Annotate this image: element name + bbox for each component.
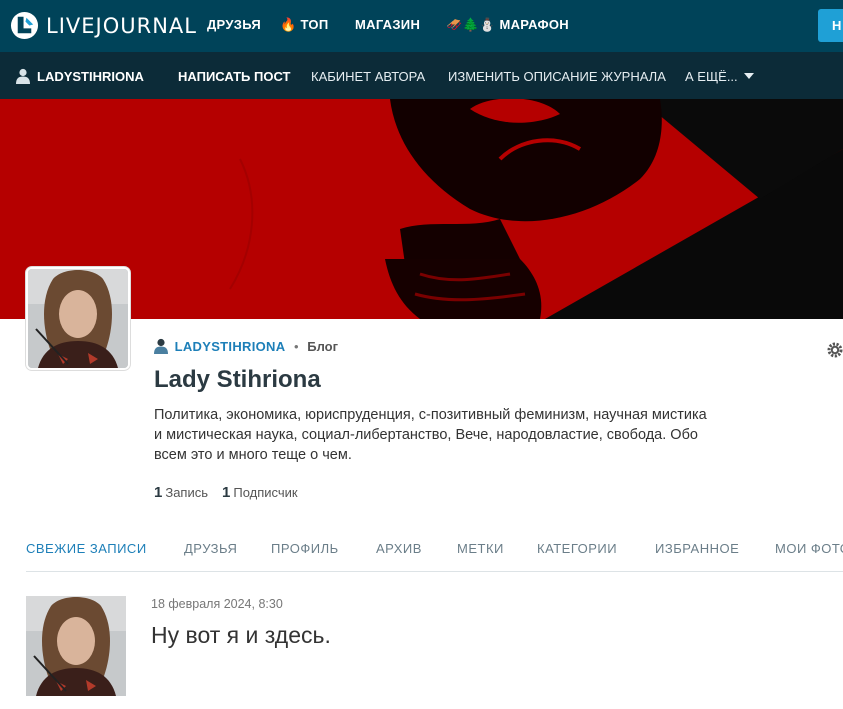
posts-count-link[interactable]: 1 Запись xyxy=(154,484,208,501)
journal-stats: 1 Запись 1 Подписчик xyxy=(154,484,298,501)
user-icon xyxy=(16,68,30,84)
winter-icons: 🛷🌲⛄ xyxy=(446,17,496,32)
nav-friends[interactable]: ДРУЗЬЯ xyxy=(207,17,261,32)
journal-title[interactable]: Lady Stihriona xyxy=(154,366,321,394)
livejournal-logo-icon xyxy=(10,11,39,40)
post-date[interactable]: 18 февраля 2024, 8:30 xyxy=(151,597,283,611)
journal-username-link[interactable]: LADYSTIHRIONA xyxy=(175,339,286,354)
login-button[interactable]: Н xyxy=(818,9,843,42)
meta-separator: • xyxy=(294,339,299,354)
tab-my-photos[interactable]: МОИ ФОТО xyxy=(775,541,843,556)
nav-marathon[interactable]: 🛷🌲⛄ МАРАФОН xyxy=(446,17,569,33)
posts-label: Запись xyxy=(165,485,208,500)
posts-count: 1 xyxy=(154,484,163,501)
write-post-link[interactable]: НАПИСАТЬ ПОСТ xyxy=(178,69,290,84)
journal-type: Блог xyxy=(307,339,339,354)
tab-archive[interactable]: АРХИВ xyxy=(376,541,422,556)
toolbar-username[interactable]: LADYSTIHRIONA xyxy=(37,69,144,84)
tab-friends[interactable]: ДРУЗЬЯ xyxy=(184,541,237,556)
subscribers-count: 1 xyxy=(222,484,231,501)
more-menu[interactable]: А ЕЩЁ... xyxy=(685,69,754,84)
avatar-photo xyxy=(26,596,126,696)
top-navigation-bar: LIVEJOURNAL ДРУЗЬЯ 🔥 ТОП МАГАЗИН 🛷🌲⛄ МАРАФ… xyxy=(0,0,843,52)
journal-meta: LADYSTIHRIONA • Блог xyxy=(154,338,338,354)
journal-tabs: СВЕЖИЕ ЗАПИСИ ДРУЗЬЯ ПРОФИЛЬ АРХИВ МЕТКИ… xyxy=(26,541,843,572)
settings-gear-icon[interactable] xyxy=(827,342,843,358)
logo-text: LIVEJOURNAL xyxy=(46,13,197,38)
tab-favorites[interactable]: ИЗБРАННОЕ xyxy=(655,541,739,556)
post-title[interactable]: Ну вот я и здесь. xyxy=(151,622,331,649)
nav-marathon-label: МАРАФОН xyxy=(499,17,569,32)
nav-top-label: ТОП xyxy=(300,17,329,32)
livejournal-logo[interactable]: LIVEJOURNAL xyxy=(10,11,197,40)
journal-avatar[interactable] xyxy=(26,267,130,370)
edit-description-link[interactable]: ИЗМЕНИТЬ ОПИСАНИЕ ЖУРНАЛА xyxy=(448,69,666,84)
subscribers-label: Подписчик xyxy=(233,485,298,500)
tab-recent-posts[interactable]: СВЕЖИЕ ЗАПИСИ xyxy=(26,541,147,556)
fire-icon: 🔥 xyxy=(280,17,297,32)
nav-shop[interactable]: МАГАЗИН xyxy=(355,17,420,32)
subscribers-count-link[interactable]: 1 Подписчик xyxy=(222,484,298,501)
journal-description: Политика, экономика, юриспруденция, с-по… xyxy=(154,407,707,463)
more-menu-label: А ЕЩЁ... xyxy=(685,69,738,84)
tab-tags[interactable]: МЕТКИ xyxy=(457,541,504,556)
tab-categories[interactable]: КАТЕГОРИИ xyxy=(537,541,617,556)
nav-top[interactable]: 🔥 ТОП xyxy=(280,17,328,33)
user-icon xyxy=(154,338,168,354)
chevron-down-icon xyxy=(743,73,754,79)
author-cabinet-link[interactable]: КАБИНЕТ АВТОРА xyxy=(311,69,425,84)
post-author-avatar[interactable] xyxy=(26,596,126,696)
tab-profile[interactable]: ПРОФИЛЬ xyxy=(271,541,339,556)
avatar-photo xyxy=(28,269,128,368)
